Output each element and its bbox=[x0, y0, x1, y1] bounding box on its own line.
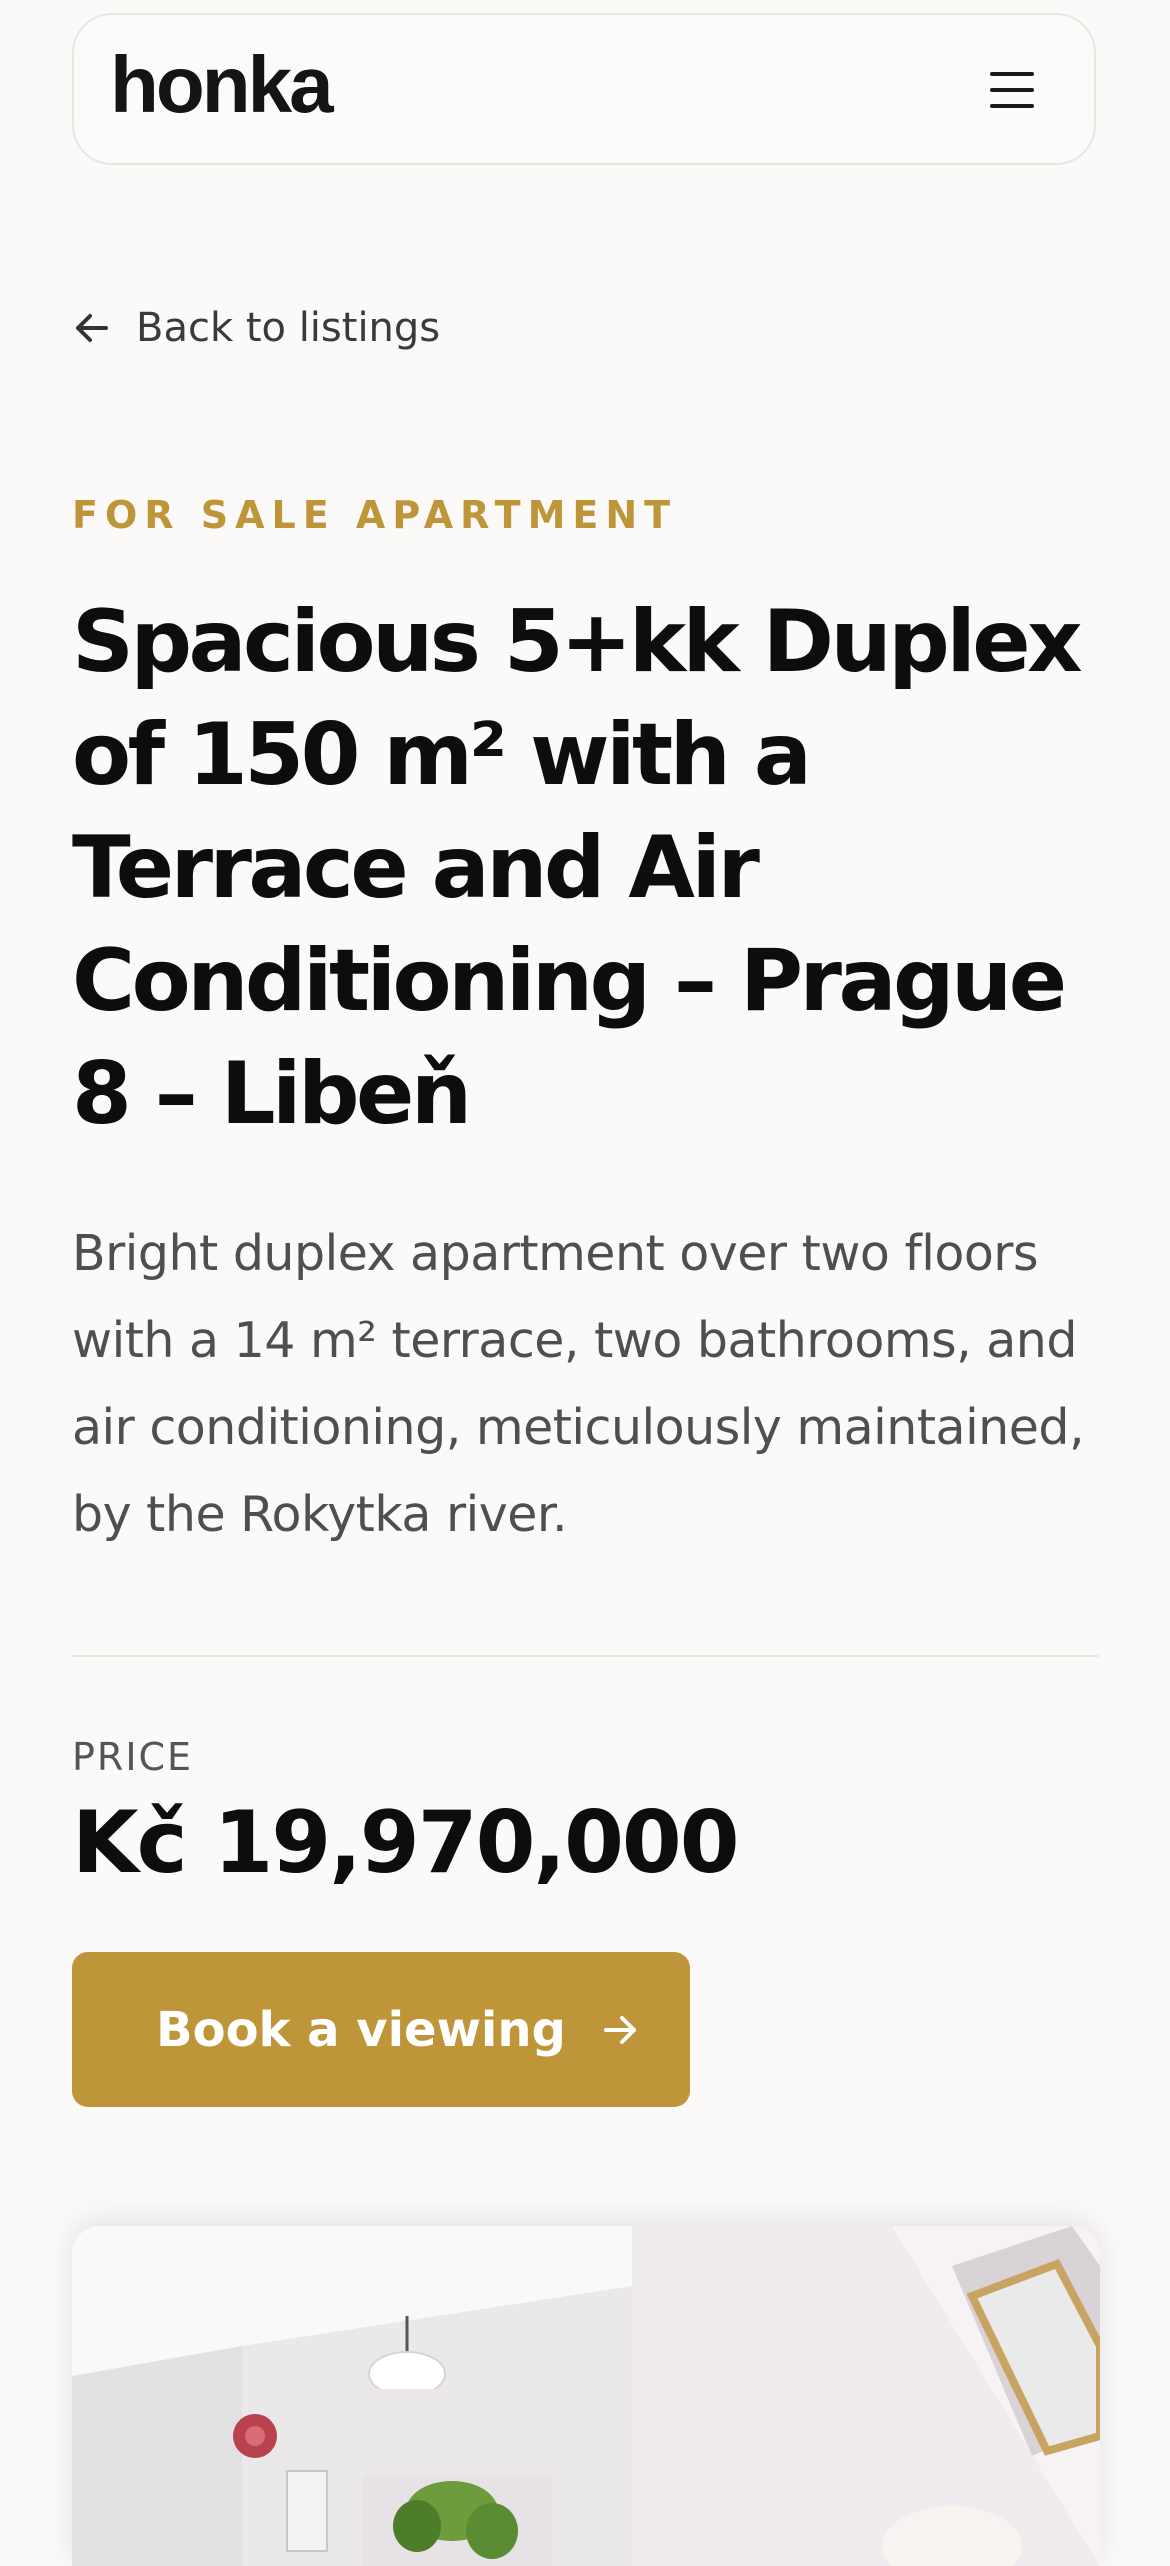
back-link-label: Back to listings bbox=[136, 305, 441, 351]
listing-category-label: FOR SALE APARTMENT bbox=[72, 493, 678, 537]
arrow-right-icon bbox=[603, 2015, 636, 2044]
apartment-interior-image bbox=[72, 2226, 1100, 2566]
honka-logo[interactable]: honka bbox=[110, 45, 334, 125]
hamburger-menu-icon[interactable] bbox=[990, 70, 1034, 110]
price-value: Kč 19,970,000 bbox=[72, 1793, 740, 1893]
listing-description: Bright duplex apartment over two floors … bbox=[72, 1225, 1085, 1543]
listing-photo[interactable] bbox=[72, 2226, 1100, 2566]
book-viewing-button[interactable]: Book a viewing bbox=[72, 1952, 690, 2107]
price-label: PRICE bbox=[72, 1735, 194, 1779]
book-viewing-label: Book a viewing bbox=[156, 2001, 566, 2058]
section-divider bbox=[72, 1655, 1098, 1657]
arrow-left-icon bbox=[76, 314, 108, 342]
top-navbar: honka bbox=[72, 13, 1096, 165]
listing-title: Spacious 5+kk Duplex of 150 m² with a Te… bbox=[72, 592, 1083, 1144]
back-to-listings-link[interactable]: Back to listings bbox=[72, 296, 440, 360]
